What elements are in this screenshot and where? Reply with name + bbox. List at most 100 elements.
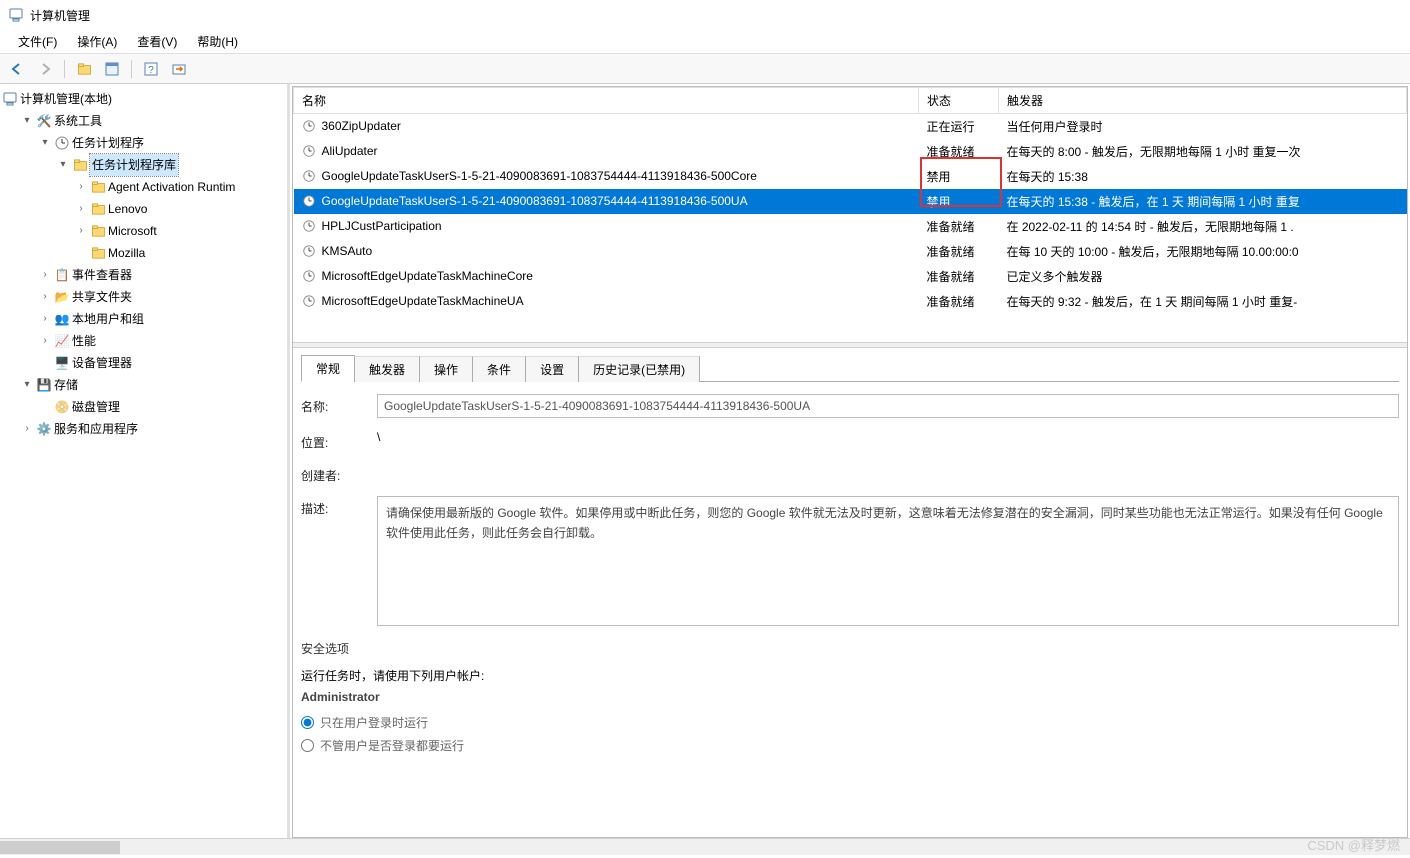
- task-list[interactable]: 名称 状态 触发器 360ZipUpdater正在运行当任何用户登录时AliUp…: [293, 87, 1407, 342]
- col-name[interactable]: 名称: [294, 88, 919, 114]
- tree-performance[interactable]: ›📈性能: [38, 330, 287, 352]
- task-name-cell: MicrosoftEdgeUpdateTaskMachineCore: [294, 264, 919, 289]
- tree-storage[interactable]: ▾💾存储: [20, 374, 287, 396]
- svg-text:?: ?: [148, 65, 154, 76]
- label-author: 创建者:: [301, 463, 361, 484]
- details-tabs: 常规 触发器 操作 条件 设置 历史记录(已禁用): [301, 354, 1399, 382]
- menu-help[interactable]: 帮助(H): [187, 31, 248, 52]
- expander-icon[interactable]: ▾: [56, 154, 70, 176]
- radio-any[interactable]: 不管用户是否登录都要运行: [301, 737, 1399, 754]
- menu-view[interactable]: 查看(V): [127, 31, 187, 52]
- console-tree[interactable]: 计算机管理(本地) ▾🛠️系统工具 ▾任务计划程序 ▾任务计划程序库: [0, 88, 287, 440]
- tree-services[interactable]: ›⚙️服务和应用程序: [20, 418, 287, 440]
- task-trigger-cell: 已定义多个触发器: [999, 264, 1407, 289]
- task-row[interactable]: MicrosoftEdgeUpdateTaskMachineUA准备就绪在每天的…: [294, 289, 1407, 314]
- tab-conditions[interactable]: 条件: [472, 356, 526, 382]
- task-trigger-cell: 当任何用户登录时: [999, 114, 1407, 140]
- tab-settings[interactable]: 设置: [525, 356, 579, 382]
- task-name-cell: GoogleUpdateTaskUserS-1-5-21-4090083691-…: [294, 189, 919, 214]
- properties-button[interactable]: [101, 58, 123, 80]
- tree-device-mgr[interactable]: 🖥️设备管理器: [38, 352, 287, 374]
- menubar: 文件(F) 操作(A) 查看(V) 帮助(H): [0, 30, 1410, 54]
- security-options-title: 安全选项: [301, 640, 1399, 657]
- show-hide-button[interactable]: [73, 58, 95, 80]
- task-name-cell: AliUpdater: [294, 139, 919, 164]
- toolbar: ?: [0, 54, 1410, 84]
- tab-general[interactable]: 常规: [301, 355, 355, 382]
- forward-button[interactable]: [34, 58, 56, 80]
- toolbar-separator: [64, 60, 65, 78]
- help-button[interactable]: ?: [140, 58, 162, 80]
- task-header-row: 名称 状态 触发器: [294, 88, 1407, 114]
- task-row[interactable]: 360ZipUpdater正在运行当任何用户登录时: [294, 114, 1407, 140]
- clock-icon: [302, 169, 318, 185]
- tree-system-tools[interactable]: ▾🛠️系统工具: [20, 110, 287, 132]
- horizontal-scrollbar[interactable]: [0, 838, 1410, 855]
- task-row[interactable]: MicrosoftEdgeUpdateTaskMachineCore准备就绪已定…: [294, 264, 1407, 289]
- task-trigger-cell: 在每天的 9:32 - 触发后，在 1 天 期间每隔 1 小时 重复-: [999, 289, 1407, 314]
- task-location-value: \: [377, 430, 380, 444]
- disk-icon: 📀: [54, 399, 70, 415]
- task-name-cell: GoogleUpdateTaskUserS-1-5-21-4090083691-…: [294, 164, 919, 189]
- tab-triggers[interactable]: 触发器: [354, 356, 420, 382]
- expander-icon[interactable]: ▾: [38, 132, 52, 154]
- tree-lib-item[interactable]: ›Microsoft: [74, 220, 287, 242]
- folder-icon: 📂: [54, 289, 70, 305]
- tree-event-viewer[interactable]: ›📋事件查看器: [38, 264, 287, 286]
- task-status-cell: 准备就绪: [919, 239, 999, 264]
- clock-icon: [302, 294, 318, 310]
- tree-task-library[interactable]: ▾任务计划程序库: [56, 154, 287, 176]
- task-row[interactable]: GoogleUpdateTaskUserS-1-5-21-4090083691-…: [294, 189, 1407, 214]
- back-button[interactable]: [6, 58, 28, 80]
- radio-logged-in-input[interactable]: [301, 716, 314, 729]
- col-trigger[interactable]: 触发器: [999, 88, 1407, 114]
- clock-icon: [54, 135, 70, 151]
- tree-local-users[interactable]: ›👥本地用户和组: [38, 308, 287, 330]
- task-status-cell: 准备就绪: [919, 289, 999, 314]
- task-name-cell: HPLJCustParticipation: [294, 214, 919, 239]
- folder-icon: [90, 245, 106, 261]
- label-name: 名称:: [301, 394, 361, 415]
- task-row[interactable]: HPLJCustParticipation准备就绪在 2022-02-11 的 …: [294, 214, 1407, 239]
- tab-history[interactable]: 历史记录(已禁用): [578, 356, 700, 382]
- task-name-field[interactable]: [377, 394, 1399, 418]
- scrollbar-thumb[interactable]: [0, 841, 120, 854]
- folder-clock-icon: [72, 157, 88, 173]
- tab-actions[interactable]: 操作: [419, 356, 473, 382]
- tree-task-scheduler[interactable]: ▾任务计划程序: [38, 132, 287, 154]
- tree-root-label: 计算机管理(本地): [20, 88, 112, 110]
- task-status-cell: 准备就绪: [919, 139, 999, 164]
- folder-icon: [90, 223, 106, 239]
- tree-shared-folders[interactable]: ›📂共享文件夹: [38, 286, 287, 308]
- task-name-cell: KMSAuto: [294, 239, 919, 264]
- task-row[interactable]: GoogleUpdateTaskUserS-1-5-21-4090083691-…: [294, 164, 1407, 189]
- tree-lib-item[interactable]: ›Lenovo: [74, 198, 287, 220]
- tree-root[interactable]: 计算机管理(本地): [2, 88, 287, 110]
- col-status[interactable]: 状态: [919, 88, 999, 114]
- task-details: 常规 触发器 操作 条件 设置 历史记录(已禁用) 名称: 位置: \ 创建者:…: [293, 348, 1407, 837]
- tree-disk-mgmt[interactable]: 📀磁盘管理: [38, 396, 287, 418]
- clock-icon: [302, 194, 318, 210]
- computer-icon: [2, 91, 18, 107]
- task-trigger-cell: 在每天的 15:38 - 触发后，在 1 天 期间每隔 1 小时 重复: [999, 189, 1407, 214]
- radio-logged-in[interactable]: 只在用户登录时运行: [301, 714, 1399, 731]
- device-icon: 🖥️: [54, 355, 70, 371]
- export-button[interactable]: [168, 58, 190, 80]
- main-area: 计算机管理(本地) ▾🛠️系统工具 ▾任务计划程序 ▾任务计划程序库: [0, 84, 1410, 838]
- task-row[interactable]: KMSAuto准备就绪在每 10 天的 10:00 - 触发后，无限期地每隔 1…: [294, 239, 1407, 264]
- expander-icon[interactable]: ▾: [20, 110, 34, 132]
- task-table[interactable]: 名称 状态 触发器 360ZipUpdater正在运行当任何用户登录时AliUp…: [293, 87, 1407, 314]
- menu-file[interactable]: 文件(F): [8, 31, 67, 52]
- users-icon: 👥: [54, 311, 70, 327]
- run-as-label: 运行任务时，请使用下列用户帐户:: [301, 667, 1399, 684]
- task-status-cell: 准备就绪: [919, 264, 999, 289]
- radio-any-input[interactable]: [301, 739, 314, 752]
- tree-lib-item[interactable]: ›Agent Activation Runtim: [74, 176, 287, 198]
- menu-action[interactable]: 操作(A): [67, 31, 127, 52]
- folder-icon: [90, 201, 106, 217]
- task-row[interactable]: AliUpdater准备就绪在每天的 8:00 - 触发后，无限期地每隔 1 小…: [294, 139, 1407, 164]
- tree-lib-item[interactable]: Mozilla: [74, 242, 287, 264]
- tree-pane[interactable]: 计算机管理(本地) ▾🛠️系统工具 ▾任务计划程序 ▾任务计划程序库: [0, 84, 290, 838]
- task-status-cell: 禁用: [919, 164, 999, 189]
- task-description-field[interactable]: 请确保使用最新版的 Google 软件。如果停用或中断此任务，则您的 Googl…: [377, 496, 1399, 626]
